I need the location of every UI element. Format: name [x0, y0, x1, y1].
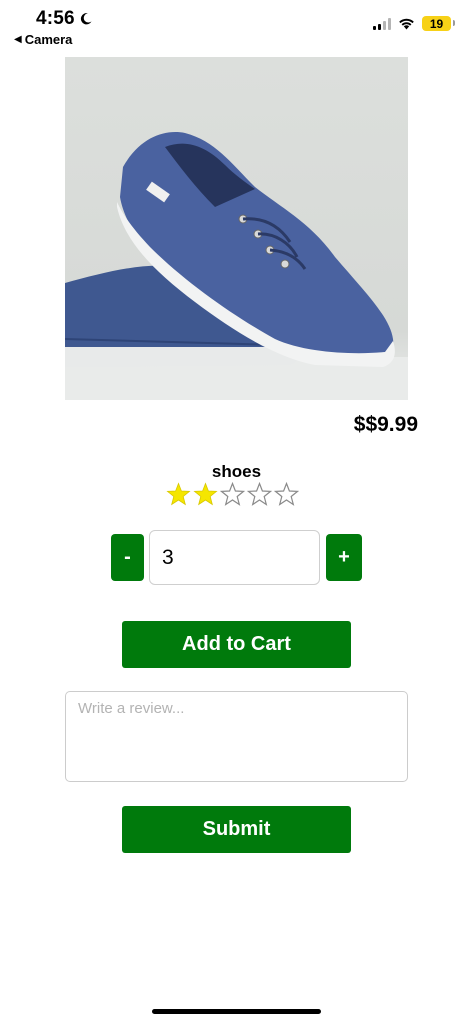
decrease-quantity-button[interactable]: -	[111, 534, 144, 581]
home-indicator[interactable]	[152, 1009, 321, 1014]
battery-level: 19	[429, 16, 444, 31]
star-filled-icon[interactable]	[193, 482, 218, 507]
star-empty-icon[interactable]	[247, 482, 272, 507]
moon-icon	[80, 13, 92, 25]
sneaker-illustration	[65, 132, 408, 400]
time-text: 4:56	[36, 8, 75, 29]
star-empty-icon[interactable]	[220, 482, 245, 507]
wifi-icon	[399, 18, 414, 30]
add-to-cart-button[interactable]: Add to Cart	[122, 621, 351, 668]
quantity-stepper: - 3 +	[111, 530, 362, 585]
rating-stars[interactable]	[166, 482, 299, 507]
signal-icon	[373, 17, 391, 30]
back-label: Camera	[24, 32, 73, 47]
back-to-camera-link[interactable]: ◀ Camera	[14, 32, 72, 47]
battery-icon: 19	[422, 16, 455, 31]
increase-quantity-button[interactable]: +	[326, 534, 362, 581]
star-empty-icon[interactable]	[274, 482, 299, 507]
product-name: shoes	[211, 462, 262, 481]
status-icons: 19	[373, 16, 455, 31]
product-price: $$9.99	[353, 413, 418, 436]
status-bar: 4:56 ◀ Camera 19	[0, 0, 473, 52]
product-image	[65, 57, 408, 400]
submit-review-button[interactable]: Submit	[122, 806, 351, 853]
back-arrow-icon: ◀	[14, 34, 22, 45]
star-filled-icon[interactable]	[166, 482, 191, 507]
quantity-input[interactable]: 3	[149, 530, 320, 585]
status-time: 4:56	[36, 8, 93, 30]
review-textarea[interactable]: Write a review...	[65, 691, 408, 782]
